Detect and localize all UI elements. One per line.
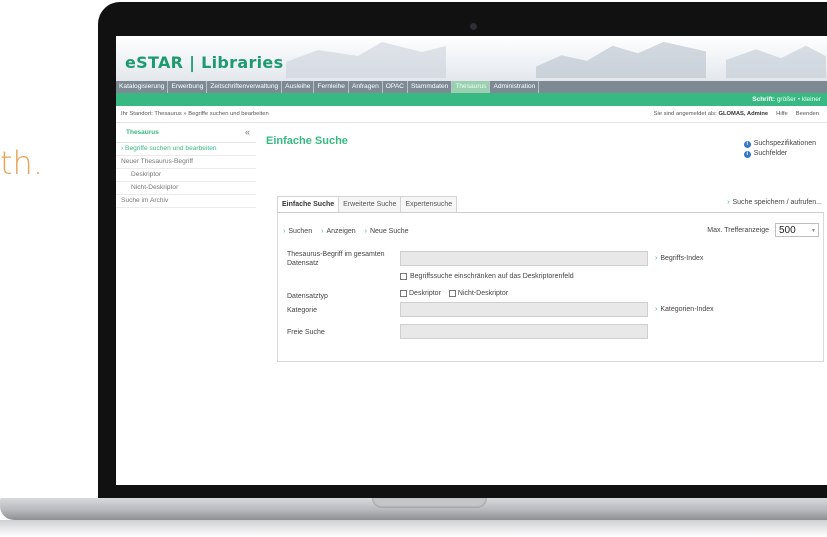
menu-item-anfragen[interactable]: Anfragen [349,81,383,93]
menu-item-erwerbung[interactable]: Erwerbung [168,81,208,93]
show-button-label: Anzeigen [326,228,356,235]
restrict-descriptor-checkbox[interactable]: Begriffssuche einschränken auf das Deskr… [400,273,574,280]
menu-item-opac[interactable]: OPAC [383,81,408,93]
help-link-label: Suchspezifikationen [753,140,816,147]
side-text: th. [0,144,43,182]
logout-link[interactable]: Beenden [796,111,819,117]
help-links: i Suchspezifikationen i Suchfelder [743,139,816,159]
help-link[interactable]: Hilfe [776,111,788,117]
search-button[interactable]: › Suchen [283,228,312,235]
search-button-label: Suchen [288,228,313,235]
info-icon: i [743,140,751,148]
user-name: GLOMAS, Admine [718,111,769,117]
max-hits-label: Max. Trefferanzeige [707,226,769,234]
sidebar-header: Thesaurus « [116,122,256,143]
checkbox-icon [448,290,456,297]
menu-item-ausleihe[interactable]: Ausleihe [282,81,315,93]
chevron-right-icon: › [121,145,124,152]
kategorien-index-link[interactable]: › Kategorien-Index [655,306,714,313]
chevron-right-icon: › [655,255,658,262]
info-icon: i [743,150,751,158]
tab-einfache-suche[interactable]: Einfache Suche [277,196,340,212]
chevron-right-icon: › [727,199,730,206]
nicht-deskriptor-label: Nicht-Deskriptor [457,290,509,297]
camera-icon [470,23,477,30]
deskriptor-checkbox[interactable]: Deskriptor [400,290,441,297]
login-status: Sie sind angemeldet als: GLOMAS, Admine [654,111,769,117]
help-link-suchspezifikationen[interactable]: i Suchspezifikationen [743,139,816,149]
sidebar-item-archiv[interactable]: Suche im Archiv [116,195,256,208]
main-menu: Katalogisierung Erwerbung Zeitschriftenver… [116,81,827,93]
world-map-decoration [536,41,706,78]
search-panel: › Suchen › Anzeigen › Neue Suche Max. Treff… [277,212,824,362]
menu-item-stammdaten[interactable]: Stammdaten [408,81,453,93]
menu-item-administration[interactable]: Administration [490,81,540,93]
new-search-button[interactable]: › Neue Suche [365,228,409,235]
menu-item-thesaurus[interactable]: Thesaurus [452,81,491,93]
show-button[interactable]: › Anzeigen [321,228,356,235]
breadcrumb: Ihr Standort: Thesaurus » Begriffe suche… [121,111,269,117]
laptop-shadow [0,520,827,537]
chevron-right-icon: › [283,228,286,235]
location-bar: Ihr Standort: Thesaurus » Begriffe suche… [116,106,827,123]
user-info: Sie sind angemeldet als: GLOMAS, Admine … [654,111,819,117]
chevron-right-icon: › [655,306,658,313]
deskriptor-label: Deskriptor [409,290,441,297]
max-hits-value: 500 [779,224,796,236]
kategorien-index-label: Kategorien-Index [660,306,714,313]
collapse-icon[interactable]: « [245,127,250,137]
help-link-suchfelder[interactable]: i Suchfelder [743,149,816,159]
checkbox-icon [400,273,407,280]
category-input[interactable] [400,302,648,317]
checkbox-icon [400,290,407,297]
category-label: Kategorie [287,307,317,314]
search-actions: › Suchen › Anzeigen › Neue Suche [283,228,409,235]
sidebar-item-deskriptor[interactable]: Deskriptor [116,169,256,182]
save-search-label: Suche speichern / aufrufen... [732,199,823,206]
world-map-decoration [726,45,826,78]
tab-erweiterte-suche[interactable]: Erweiterte Suche [338,196,402,212]
font-size-bar: Schrift: größer • kleiner [116,93,827,106]
chevron-right-icon: › [321,228,324,235]
record-type-options: Deskriptor Nicht-Deskriptor [400,290,508,297]
thesaurus-term-input[interactable] [400,251,648,266]
page-title: Einfache Suche [266,135,348,147]
sidebar: Thesaurus « › Begriffe suchen und bearbe… [116,122,256,208]
begriffs-index-link[interactable]: › Begriffs-Index [655,255,703,262]
thesaurus-term-label: Thesaurus-Begriff im gesamten Datensatz [287,251,385,267]
max-hits-select[interactable]: 500 ▾ [775,223,819,237]
world-map-decoration [286,42,446,78]
chevron-right-icon: › [364,228,367,235]
save-search-link[interactable]: › Suche speichern / aufrufen... [727,199,822,206]
free-search-label: Freie Suche [287,329,325,336]
brand-logo: eSTAR | Libraries [125,53,284,72]
chevron-down-icon: ▾ [811,227,815,234]
app-header: eSTAR | Libraries [116,36,827,81]
restrict-descriptor-label: Begriffssuche einschränken auf das Deskr… [410,273,574,280]
new-search-label: Neue Suche [369,228,409,235]
sidebar-item-nicht-deskriptor[interactable]: Nicht-Deskriptor [116,182,256,195]
menu-item-fernleihe[interactable]: Fernleihe [314,81,349,93]
max-hits: Max. Trefferanzeige 500 ▾ [707,223,819,237]
sidebar-title: Thesaurus [126,129,159,136]
sidebar-item-neuer-begriff[interactable]: Neuer Thesaurus-Begriff [116,156,256,169]
menu-item-katalogisierung[interactable]: Katalogisierung [116,81,169,93]
font-size-options[interactable]: größer • kleiner [777,96,821,103]
help-link-label: Suchfelder [753,150,788,157]
search-tabs: Einfache Suche Erweiterte Suche Experten… [277,196,458,212]
record-type-label: Datensatztyp [287,293,328,300]
laptop-notch [372,498,487,508]
menu-item-zeitschriftenverwaltung[interactable]: Zeitschriftenverwaltung [207,81,283,93]
tab-expertensuche[interactable]: Expertensuche [400,196,458,212]
sidebar-item-label: Begriffe suchen und bearbeiten [125,145,217,152]
font-size-control[interactable]: Schrift: größer • kleiner [752,96,821,103]
begriffs-index-label: Begriffs-Index [660,255,704,262]
app-screen: eSTAR | Libraries Katalogisierung Erwerbu… [116,36,827,485]
nicht-deskriptor-checkbox[interactable]: Nicht-Deskriptor [448,290,509,297]
sidebar-item-begriffe-suchen[interactable]: › Begriffe suchen und bearbeiten [116,143,256,156]
font-size-label: Schrift: [752,96,775,103]
free-search-input[interactable] [400,324,648,339]
login-prefix: Sie sind angemeldet als: [653,111,717,117]
